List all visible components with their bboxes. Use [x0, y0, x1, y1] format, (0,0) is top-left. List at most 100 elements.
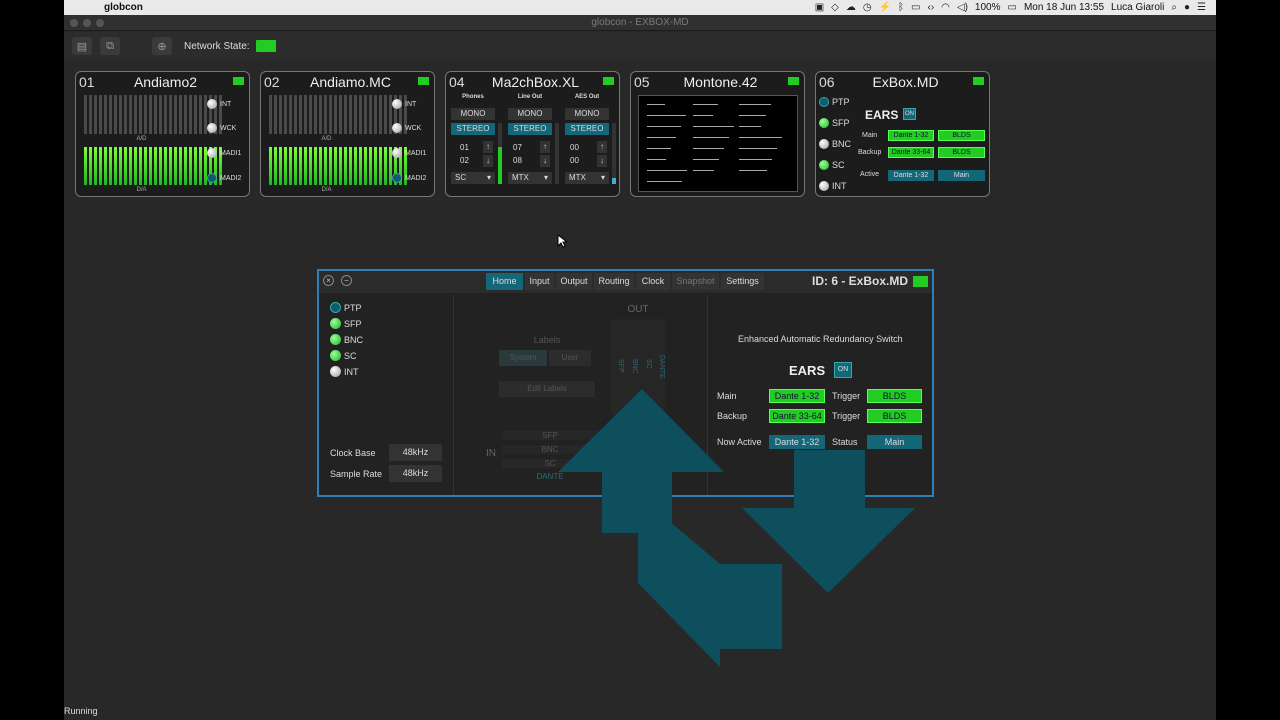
phones-source-select[interactable]: SC ▾: [451, 172, 495, 184]
meter-channel: [349, 147, 352, 185]
lineout-up-arrow-icon[interactable]: ↑: [540, 141, 550, 153]
window-minimize-button[interactable]: [83, 19, 91, 27]
lineout-mono-button[interactable]: MONO: [508, 108, 552, 120]
backup-value[interactable]: Dante 33-64: [888, 147, 934, 158]
meter-channel: [144, 147, 147, 185]
clock-madi2[interactable]: MADI2: [207, 173, 241, 183]
meter-channel: [319, 95, 322, 134]
tab-routing[interactable]: Routing: [594, 273, 634, 290]
source-sc[interactable]: SC: [819, 160, 845, 170]
cloud-icon[interactable]: ☁: [846, 2, 856, 13]
device-list-button[interactable]: ▤: [72, 37, 92, 55]
source-sfp[interactable]: SFP: [819, 118, 850, 128]
dropbox-icon[interactable]: ◇: [831, 2, 839, 13]
screen-icon[interactable]: ▣: [815, 2, 824, 13]
lineout-stereo-button[interactable]: STEREO: [508, 123, 552, 135]
main-value[interactable]: Dante 1-32: [888, 130, 934, 141]
da-label: D/A: [136, 187, 147, 193]
redundancy-arrows-icon: [558, 389, 915, 667]
aesout-source-select[interactable]: MTX ▾: [565, 172, 609, 184]
menubar-user[interactable]: Luca Giaroli: [1111, 2, 1164, 13]
window-controls: [70, 19, 104, 27]
menubar-app-name[interactable]: globcon: [104, 2, 143, 13]
backup-trigger[interactable]: BLDS: [938, 147, 985, 158]
tab-input[interactable]: Input: [525, 273, 554, 290]
labels-user-button[interactable]: User: [549, 350, 591, 366]
clock-wck[interactable]: WCK: [207, 123, 236, 133]
device-name: Montone.42: [683, 74, 758, 90]
active-value: Dante 1-32: [888, 170, 934, 181]
clock-int[interactable]: INT: [207, 99, 231, 109]
wifi-icon[interactable]: ◠: [941, 2, 950, 13]
clock-madi1[interactable]: MADI1: [392, 148, 426, 158]
battery-icon[interactable]: ▭: [1008, 2, 1017, 13]
notification-center-icon[interactable]: ☰: [1197, 2, 1206, 13]
source-sc[interactable]: SC: [330, 350, 357, 361]
clock-int[interactable]: INT: [392, 99, 416, 109]
phones-stereo-button[interactable]: STEREO: [451, 123, 495, 135]
window-close-button[interactable]: [70, 19, 78, 27]
source-bnc[interactable]: BNC: [819, 139, 851, 149]
device-card-andiamo-mc[interactable]: 02 Andiamo.MC A/D D/A INT WCK MADI1 MADI…: [260, 71, 435, 197]
clock-wck[interactable]: WCK: [392, 123, 421, 133]
window-titlebar: globcon - EXBOX-MD: [64, 15, 1216, 31]
preview-line: [739, 159, 772, 160]
preview-line: [739, 170, 767, 171]
main-trigger[interactable]: BLDS: [938, 130, 985, 141]
lineout-source-select[interactable]: MTX ▾: [508, 172, 552, 184]
tab-output[interactable]: Output: [556, 273, 592, 290]
dialog-minimize-icon[interactable]: −: [341, 275, 352, 286]
phones-channel-b: 02: [460, 156, 469, 165]
spotlight-icon[interactable]: ⌕: [1171, 2, 1177, 13]
airplay-icon[interactable]: ▭: [911, 2, 920, 13]
source-bnc[interactable]: BNC: [330, 334, 363, 345]
code-icon[interactable]: ‹›: [927, 2, 934, 13]
phones-up-arrow-icon[interactable]: ↑: [483, 141, 493, 153]
lineout-down-arrow-icon[interactable]: ↓: [540, 155, 550, 167]
source-ptp[interactable]: PTP: [819, 97, 850, 107]
mouse-cursor-icon: [557, 234, 567, 248]
meter-channel: [84, 95, 87, 134]
close-all-windows-button[interactable]: ⧉: [100, 37, 120, 55]
aesout-down-arrow-icon[interactable]: ↓: [597, 155, 607, 167]
device-card-montone-42[interactable]: 05 Montone.42: [630, 71, 805, 197]
tab-settings[interactable]: Settings: [721, 273, 764, 290]
source-int[interactable]: INT: [819, 181, 847, 191]
meter-channel: [164, 95, 167, 134]
siri-icon[interactable]: ●: [1184, 2, 1190, 13]
source-int[interactable]: INT: [330, 366, 359, 377]
aesout-mono-button[interactable]: MONO: [565, 108, 609, 120]
network-state-led: [255, 40, 276, 52]
phones-down-arrow-icon[interactable]: ↓: [483, 155, 493, 167]
phones-mono-button[interactable]: MONO: [451, 108, 495, 120]
window-zoom-button[interactable]: [96, 19, 104, 27]
source-indicator: [330, 318, 341, 329]
tab-home[interactable]: Home: [486, 273, 523, 290]
sample-rate-value[interactable]: 48kHz: [389, 465, 442, 482]
clock-base-value[interactable]: 48kHz: [389, 444, 442, 461]
clock-icon[interactable]: ◷: [863, 2, 872, 13]
tab-clock[interactable]: Clock: [636, 273, 670, 290]
aesout-stereo-button[interactable]: STEREO: [565, 123, 609, 135]
source-sfp[interactable]: SFP: [330, 318, 362, 329]
aesout-up-arrow-icon[interactable]: ↑: [597, 141, 607, 153]
device-card-ma2chbox-xl[interactable]: 04 Ma2chBox.XL Phones MONO STEREO 01 02 …: [445, 71, 620, 197]
device-card-exbox-md[interactable]: 06 ExBox.MD PTP SFP BNC SC INT EARS ON M…: [815, 71, 990, 197]
clock-label: WCK: [405, 124, 422, 132]
meter-channel: [364, 147, 367, 185]
volume-icon[interactable]: ◁): [957, 2, 968, 13]
ears-on-button[interactable]: ON: [834, 362, 852, 378]
clock-madi2[interactable]: MADI2: [392, 173, 426, 183]
dialog-close-icon[interactable]: ×: [323, 275, 334, 286]
menubar-datetime[interactable]: Mon 18 Jun 13:55: [1024, 2, 1104, 13]
network-globe-icon[interactable]: ⊕: [152, 37, 172, 55]
ears-on-button[interactable]: ON: [903, 108, 916, 120]
device-card-andiamo2[interactable]: 01 Andiamo2 A/D D/A INT WCK MADI1 MADI2: [75, 71, 250, 197]
battery-percent: 100%: [974, 2, 1001, 13]
bluetooth-icon[interactable]: ᛒ: [898, 2, 904, 13]
clock-label: MADI1: [220, 149, 242, 157]
labels-system-button[interactable]: System: [499, 350, 547, 366]
source-ptp[interactable]: PTP: [330, 302, 362, 313]
clock-madi1[interactable]: MADI1: [207, 148, 241, 158]
bolt-icon[interactable]: ⚡: [879, 2, 891, 13]
